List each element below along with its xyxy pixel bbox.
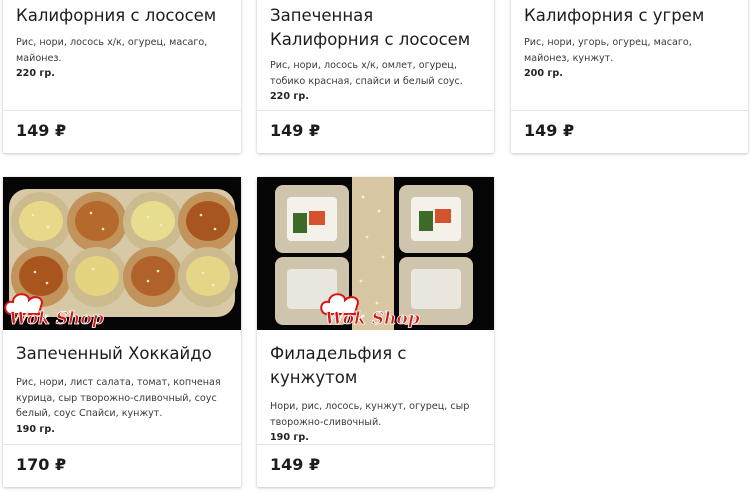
product-title[interactable]: Калифорния с угрем xyxy=(524,4,736,28)
product-title[interactable]: Филадельфия с кунжутом xyxy=(270,342,482,390)
product-price: 149 ₽ xyxy=(16,121,67,140)
product-footer: 149 ₽ xyxy=(3,110,241,153)
product-title[interactable]: Калифорния с лососем xyxy=(16,4,229,28)
product-description: Рис, нори, лосось х/к, огурец, масаго, м… xyxy=(16,37,208,64)
product-image[interactable]: Wok Shop xyxy=(3,177,241,330)
product-footer: 149 ₽ xyxy=(511,110,748,153)
product-price: 170 ₽ xyxy=(16,455,67,474)
product-description: Рис, нори, угорь, огурец, масаго, майоне… xyxy=(524,37,692,64)
wok-shop-logo: Wok Shop xyxy=(317,290,427,328)
product-card[interactable]: Запеченная Калифорния с лососем Рис, нор… xyxy=(257,0,494,153)
product-footer: 149 ₽ xyxy=(257,110,494,153)
chef-hat-icon: Wok Shop xyxy=(320,293,420,328)
product-weight: 220 гр. xyxy=(16,68,55,80)
product-price: 149 ₽ xyxy=(270,121,321,140)
product-card[interactable]: Калифорния с угрем Рис, нори, угорь, огу… xyxy=(511,0,748,153)
product-card[interactable]: Wok Shop Филадельфия с кунжутом Нори, ри… xyxy=(257,177,494,487)
chef-hat-icon: Wok Shop xyxy=(4,293,104,328)
wok-shop-logo: Wok Shop xyxy=(3,290,111,328)
product-title[interactable]: Запеченный Хоккайдо xyxy=(16,342,229,366)
product-price: 149 ₽ xyxy=(270,455,321,474)
product-footer: 170 ₽ xyxy=(3,444,241,487)
product-description: Рис, нори, лосось х/к, омлет, огурец, то… xyxy=(270,60,463,87)
svg-text:Wok Shop: Wok Shop xyxy=(325,309,420,328)
product-weight: 190 гр. xyxy=(16,423,55,435)
product-footer: 149 ₽ xyxy=(257,444,494,487)
product-card[interactable]: Wok Shop Запеченный Хоккайдо Рис, нори, … xyxy=(3,177,241,487)
product-weight: 220 гр. xyxy=(270,91,309,103)
product-description: Рис, нори, лист салата, томат, копченая … xyxy=(16,377,221,420)
product-description: Нори, рис, лосось, кунжут, огурец, сыр т… xyxy=(270,401,470,428)
product-image[interactable]: Wok Shop xyxy=(257,177,494,330)
product-card[interactable]: Калифорния с лососем Рис, нори, лосось х… xyxy=(3,0,241,153)
product-title[interactable]: Запеченная Калифорния с лососем xyxy=(270,4,482,52)
product-weight: 200 гр. xyxy=(524,68,563,80)
product-price: 149 ₽ xyxy=(524,121,575,140)
svg-text:Wok Shop: Wok Shop xyxy=(9,309,104,328)
